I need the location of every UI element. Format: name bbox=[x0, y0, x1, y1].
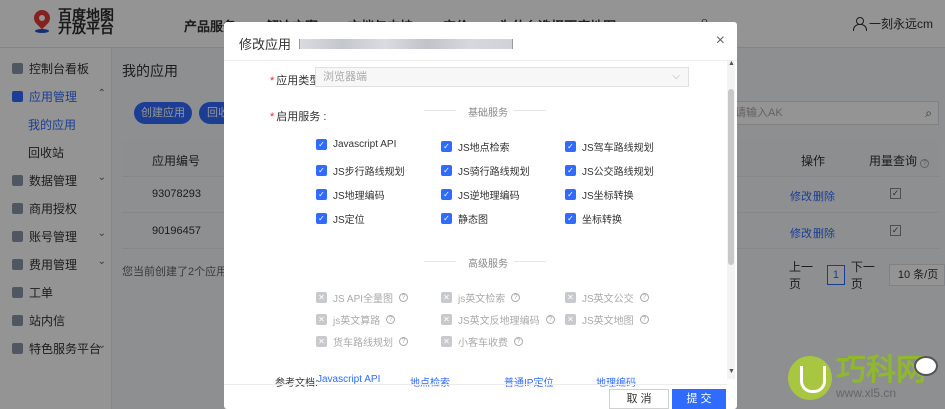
checkbox-checked-icon: ✓ bbox=[565, 165, 576, 176]
chat-icon[interactable] bbox=[914, 356, 938, 376]
doc-link-geocoding[interactable]: 地理编码 bbox=[596, 374, 636, 389]
checkbox-disabled-icon: ✕ bbox=[316, 292, 327, 303]
advanced-service-checkbox: ✕ js英文检索? bbox=[441, 290, 521, 305]
service-checkbox[interactable]: ✓ JS公交路线规划 bbox=[565, 163, 654, 178]
modal-title: 修改应用 bbox=[239, 34, 514, 53]
service-checkbox[interactable]: ✓ JS地点检索 bbox=[441, 139, 510, 154]
advanced-service-checkbox: ✕ JS英文地图? bbox=[565, 312, 649, 327]
service-checkbox[interactable]: ✓ JS骑行路线规划 bbox=[441, 163, 530, 178]
service-checkbox[interactable]: ✓ JS逆地理编码 bbox=[441, 187, 520, 202]
service-checkbox[interactable]: ✓ 静态图 bbox=[441, 211, 488, 226]
service-checkbox[interactable]: ✓ JS驾车路线规划 bbox=[565, 139, 654, 154]
advanced-service-checkbox: ✕ JS英文反地理编码? bbox=[441, 312, 555, 327]
checkbox-checked-icon: ✓ bbox=[316, 189, 327, 200]
help-icon: ? bbox=[399, 293, 409, 302]
service-checkbox[interactable]: ✓ JS地理编码 bbox=[316, 187, 385, 202]
scrollbar-thumb[interactable] bbox=[728, 89, 734, 265]
checkbox-disabled-icon: ✕ bbox=[441, 336, 452, 347]
help-icon: ? bbox=[545, 315, 555, 324]
help-icon: ? bbox=[511, 293, 521, 302]
app-type-select[interactable]: 浏览器端 ⌵ bbox=[315, 67, 689, 87]
checkbox-disabled-icon: ✕ bbox=[316, 336, 327, 347]
help-icon: ? bbox=[639, 315, 649, 324]
service-checkbox[interactable]: ✓ Javascript API bbox=[316, 139, 396, 150]
submit-button[interactable]: 提 交 bbox=[672, 389, 726, 409]
basic-services-title: 基础服务 bbox=[468, 108, 508, 119]
watermark: 巧科网 www.xl5.cn bbox=[788, 356, 926, 400]
chevron-down-icon: ⌵ bbox=[672, 71, 680, 82]
service-checkbox[interactable]: ✓ JS定位 bbox=[316, 211, 365, 226]
scroll-down-icon[interactable]: ▼ bbox=[728, 368, 735, 375]
checkbox-checked-icon: ✓ bbox=[441, 189, 452, 200]
checkbox-disabled-icon: ✕ bbox=[316, 314, 327, 325]
service-checkbox[interactable]: ✓ JS坐标转换 bbox=[565, 187, 634, 202]
close-icon[interactable]: × bbox=[716, 32, 725, 50]
checkbox-checked-icon: ✓ bbox=[441, 165, 452, 176]
scroll-up-icon[interactable]: ▲ bbox=[728, 60, 735, 67]
redacted-app-name bbox=[299, 38, 514, 49]
edit-app-modal: 修改应用 × ▲ ▼ * 应用类型 : 浏览器端 ⌵ * 启用服务 : 基础服务 ✓… bbox=[224, 22, 737, 409]
checkbox-checked-icon: ✓ bbox=[316, 213, 327, 224]
checkbox-checked-icon: ✓ bbox=[565, 189, 576, 200]
advanced-service-checkbox: ✕ js英文算路? bbox=[316, 312, 396, 327]
advanced-service-checkbox: ✕ 货车路线规划? bbox=[316, 334, 408, 349]
advanced-service-checkbox: ✕ JS API全量图? bbox=[316, 290, 409, 305]
checkbox-checked-icon: ✓ bbox=[565, 141, 576, 152]
checkbox-checked-icon: ✓ bbox=[316, 165, 327, 176]
app-service-label: * 启用服务 : bbox=[270, 111, 327, 123]
service-checkbox[interactable]: ✓ JS步行路线规划 bbox=[316, 163, 405, 178]
checkbox-disabled-icon: ✕ bbox=[441, 314, 452, 325]
checkbox-checked-icon: ✓ bbox=[316, 139, 327, 150]
help-icon: ? bbox=[386, 315, 396, 324]
watermark-logo-icon bbox=[788, 356, 832, 400]
checkbox-disabled-icon: ✕ bbox=[441, 292, 452, 303]
doc-link-place-search[interactable]: 地点检索 bbox=[410, 374, 450, 389]
doc-link-ip-location[interactable]: 普通IP定位 bbox=[504, 374, 553, 389]
help-icon: ? bbox=[399, 337, 408, 346]
advanced-service-checkbox: ✕ 小客车收费? bbox=[441, 334, 523, 349]
checkbox-checked-icon: ✓ bbox=[441, 213, 452, 224]
docs-label: 参考文档: bbox=[275, 374, 318, 389]
checkbox-disabled-icon: ✕ bbox=[565, 292, 576, 303]
cancel-button[interactable]: 取 消 bbox=[609, 389, 669, 409]
advanced-service-checkbox: ✕ JS英文公交? bbox=[565, 290, 649, 305]
help-icon: ? bbox=[639, 293, 649, 302]
advanced-services-title: 高级服务 bbox=[468, 259, 508, 270]
checkbox-checked-icon: ✓ bbox=[565, 213, 576, 224]
help-icon: ? bbox=[514, 337, 523, 346]
checkbox-disabled-icon: ✕ bbox=[565, 314, 576, 325]
checkbox-checked-icon: ✓ bbox=[441, 141, 452, 152]
service-checkbox[interactable]: ✓ 坐标转换 bbox=[565, 211, 622, 226]
